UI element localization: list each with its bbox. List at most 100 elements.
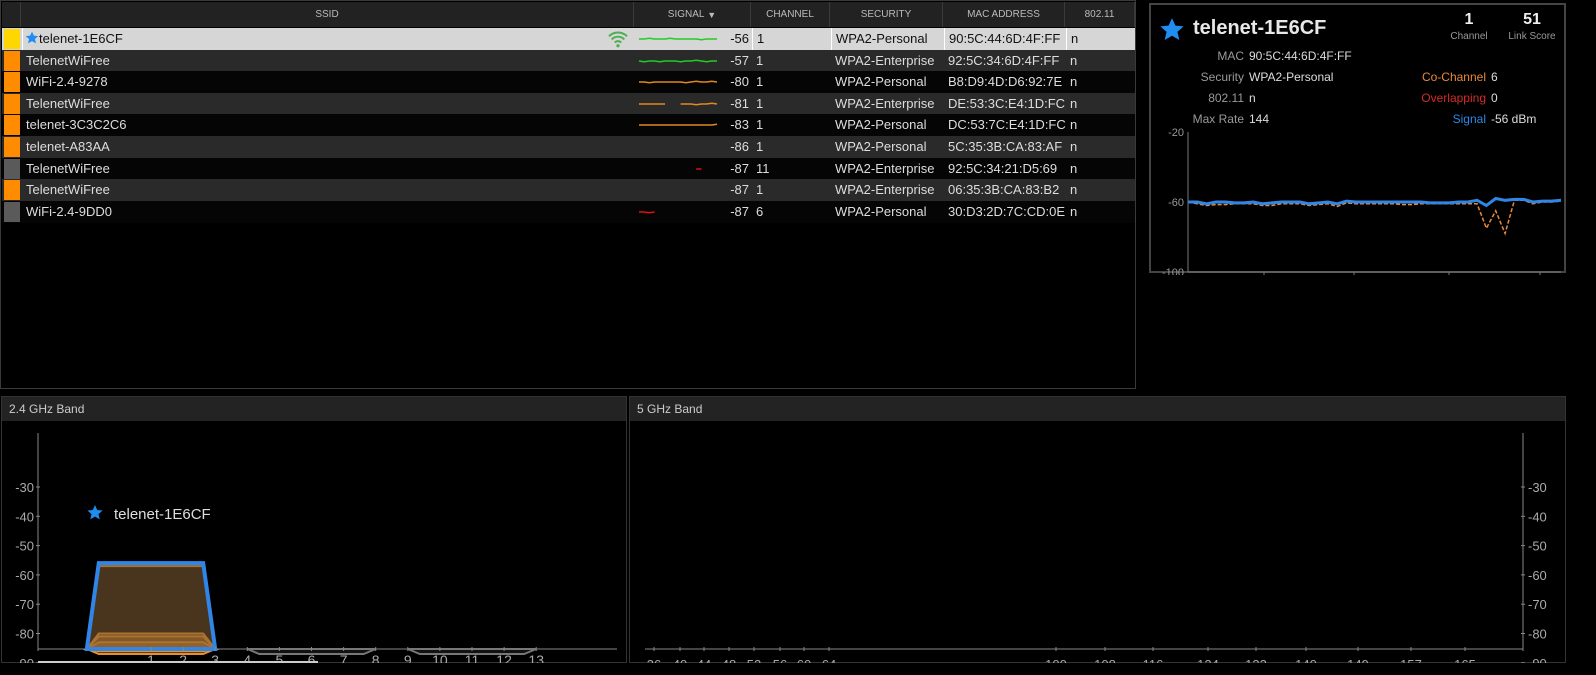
network-row[interactable]: TelenetWiFree -87 1 WPA2-Enterprise 06:35:3B… (2, 179, 1135, 202)
y-tick-label: -40 (1528, 509, 1547, 524)
cell-ssid: WiFi-2.4-9278 (22, 71, 635, 93)
signal-sparkline (639, 211, 655, 214)
x-tick-label: 8 (372, 652, 380, 663)
x-tick-label: 149 (1347, 657, 1369, 663)
x-tick-label: 100 (1045, 657, 1067, 663)
signal-sparkline (638, 59, 717, 63)
signal-value: -87 (730, 203, 749, 219)
x-tick-label: 11 (465, 652, 480, 663)
cell-security: WPA2-Enterprise (835, 182, 935, 198)
ssid-text: TelenetWiFree (26, 52, 110, 68)
star-icon (87, 505, 103, 520)
cell-ssid: TelenetWiFree (22, 158, 635, 180)
signal-value: -80 (730, 74, 749, 90)
signal-sparkline (639, 102, 718, 106)
cell-mac: 92:5C:34:6D:4F:FF (948, 52, 1060, 68)
band-5-title: 5 GHz Band (630, 397, 1565, 421)
network-row[interactable]: TelenetWiFree -57 1 WPA2-Enterprise 92:5C:34… (2, 49, 1135, 72)
security-header-label: SECURITY (860, 9, 912, 20)
cell-security: WPA2-Enterprise (835, 160, 935, 176)
y-tick-label: -70 (1528, 597, 1547, 612)
cell-ssid: TelenetWiFree (22, 179, 635, 201)
y-tick-label: -30 (15, 480, 34, 495)
x-tick-label: 36 (647, 657, 661, 663)
x-tick-label: 10 (432, 652, 448, 663)
signal-value: -87 (730, 182, 749, 198)
cell-channel: 6 (756, 203, 764, 219)
network-row[interactable]: TelenetWiFree -87 11 WPA2-Enterprise 92:5C:3… (2, 157, 1135, 180)
signal-sparkline (639, 123, 718, 127)
cell-channel: 1 (756, 139, 764, 154)
y-tick-label: -50 (1528, 539, 1547, 554)
network-row[interactable]: WiFi-2.4-9278 -80 1 WPA2-Personal B8:D9:4D:D… (2, 71, 1135, 94)
cell-security: WPA2-Personal (835, 203, 927, 219)
cell-security: WPA2-Personal (835, 117, 927, 133)
ssid-text: telenet-A83AA (26, 139, 110, 154)
cell-signal: -87 (635, 201, 752, 223)
cell-std: n (1070, 160, 1078, 176)
security-column-header[interactable]: SECURITY (830, 2, 943, 27)
channel-column-header[interactable]: CHANNEL (751, 2, 830, 27)
cell-ssid: TelenetWiFree (22, 50, 635, 72)
network-row[interactable]: telenet-1E6CF -56 1 WPA2-Personal 90:5C:44:6… (2, 28, 1135, 50)
signal-history-chart: -20-60-10019:03:3019:04:30 (1162, 127, 1562, 275)
band-5-chart: -30 -40 -50 -60 -70 -80 -90 36 40 44 48 52 56 60 64 100… (645, 433, 1547, 672)
y-tick-label: -60 (1528, 568, 1547, 583)
signal-value: -81 (730, 95, 749, 111)
ssid-column-header[interactable]: SSID (21, 2, 634, 27)
network-color-swatch (4, 180, 20, 201)
network-row[interactable]: telenet-3C3C2C6 -83 1 WPA2-Personal DC:53:7C… (2, 114, 1135, 137)
std-column-header[interactable]: 802.11 (1065, 2, 1135, 27)
network-row[interactable]: TelenetWiFree -81 1 WPA2-Enterprise DE:53:3C… (2, 92, 1135, 115)
cell-ssid: telenet-3C3C2C6 (22, 114, 635, 136)
mac-column-header[interactable]: MAC ADDRESS (943, 2, 1065, 27)
x-tick-label: 56 (773, 657, 787, 663)
cell-mac: DE:53:3C:E4:1D:FC (948, 95, 1066, 111)
cell-signal: -80 (635, 71, 752, 93)
signal-column-header[interactable]: SIGNAL ▼ (634, 2, 751, 27)
y-tick-label: -70 (15, 597, 34, 612)
std-header-label: 802.11 (1084, 9, 1115, 20)
ssid-text: telenet-1E6CF (39, 31, 123, 46)
x-tick-label: 165 (1454, 657, 1476, 663)
cell-signal: -86 (635, 136, 752, 158)
network-color-swatch (4, 137, 20, 157)
x-tick-label: 48 (722, 657, 736, 663)
ssid-text: TelenetWiFree (26, 182, 110, 198)
ssid-text: telenet-3C3C2C6 (26, 117, 127, 133)
x-tick-label: 108 (1094, 657, 1116, 663)
cell-signal: -87 (635, 179, 752, 201)
x-tick-label: 157 (1400, 657, 1422, 663)
cell-std: n (1070, 182, 1078, 198)
cell-mac: 92:5C:34:21:D5:69 (948, 160, 1058, 176)
band-24-panel: 2.4 GHz Band -30-40-50-60-70-80-90123456… (1, 396, 627, 671)
x-tick-label: 13 (528, 652, 544, 663)
selected-network-label: telenet-1E6CF (114, 506, 211, 523)
y-tick-label: -80 (1528, 627, 1547, 642)
cell-signal: -81 (635, 93, 752, 115)
network-color-swatch (4, 201, 20, 222)
cell-mac: 06:35:3B:CA:83:B2 (948, 182, 1060, 198)
ssid-text: WiFi-2.4-9DD0 (26, 203, 112, 219)
network-table: SSID SIGNAL ▼ CHANNEL SECURITY MAC ADDRE… (0, 0, 1136, 389)
x-tick-label: 12 (496, 652, 512, 663)
cell-std: n (1070, 139, 1078, 154)
y-tick-label: -40 (15, 509, 34, 524)
network-row[interactable]: telenet-A83AA -86 1 WPA2-Personal 5C:35:3B:C… (2, 136, 1135, 158)
signal-header-label: SIGNAL (667, 9, 705, 20)
cell-mac: 90:5C:44:6D:4F:FF (944, 28, 1066, 50)
cell-channel: 1 (756, 74, 764, 90)
signal-sparkline (639, 80, 718, 84)
cell-signal: -87 (635, 158, 752, 180)
x-tick-label: 60 (797, 657, 811, 663)
x-tick-label: 52 (747, 657, 761, 663)
ssid-text: TelenetWiFree (26, 95, 110, 111)
cell-std: n (1066, 28, 1136, 50)
x-tick-label: 132 (1245, 657, 1267, 663)
cell-signal: -57 (635, 50, 752, 72)
network-color-swatch (4, 29, 20, 49)
horizontal-scrollbar[interactable] (38, 661, 318, 663)
x-tick-label: 124 (1197, 657, 1219, 663)
network-row[interactable]: WiFi-2.4-9DD0 -87 6 WPA2-Personal 30:D3:2D:7… (2, 200, 1135, 223)
network-detail-panel: telenet-1E6CF 1 Channel 51 Link Score MA… (1149, 3, 1566, 275)
